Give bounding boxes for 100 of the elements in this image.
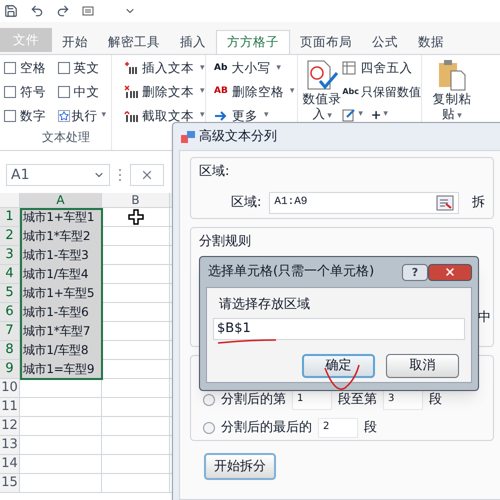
table-cell-text: 城市1+车型1 xyxy=(23,209,94,226)
case-tool-button[interactable]: 更多 ▾ xyxy=(214,106,297,126)
row-header[interactable]: 5 xyxy=(0,284,20,302)
row-header[interactable]: 13 xyxy=(0,436,20,454)
dropdown-arrow: ▾ xyxy=(457,111,462,121)
dropdown-arrow: ▾ xyxy=(200,85,205,98)
checkbox-label: 空格 xyxy=(20,59,46,77)
table-cell-text: 城市1/车型4 xyxy=(23,266,88,283)
group-legend: 区域: xyxy=(199,162,485,182)
row-header[interactable]: 12 xyxy=(0,417,20,435)
option-label: 分割后的最后的 xyxy=(221,419,312,438)
group-legend: 分割规则 xyxy=(199,232,485,252)
ribbon-tab[interactable]: 开始 xyxy=(52,30,98,54)
ribbon-tab[interactable]: 插入 xyxy=(170,30,216,54)
row-header[interactable]: 2 xyxy=(0,227,20,245)
ribbon-tab[interactable]: 公式 xyxy=(362,30,408,54)
checkbox-label: 中文 xyxy=(74,82,100,101)
plus-button[interactable]: + ▾ xyxy=(370,106,388,124)
close-icon xyxy=(140,168,154,182)
ribbon-tab[interactable]: 方方格子 xyxy=(216,30,290,54)
delete-text-icon xyxy=(124,85,138,100)
round-button[interactable]: 四舍五入 xyxy=(342,59,421,78)
table-cell-text: 城市1*车型7 xyxy=(23,323,90,340)
table-cell-text: 城市1-车型3 xyxy=(23,247,88,264)
checkbox[interactable] xyxy=(58,62,70,74)
ribbon-tab[interactable]: 页面布局 xyxy=(290,30,362,54)
toolbar-icon[interactable] xyxy=(82,5,96,17)
row-header[interactable]: 6 xyxy=(0,303,20,321)
star-icon xyxy=(58,110,70,122)
checkbox-label: 符号 xyxy=(20,82,46,101)
option-label: 分割后的第 xyxy=(221,391,286,410)
arrow-right-icon xyxy=(214,110,228,122)
number-field[interactable]: 3 xyxy=(383,390,423,410)
option-label: 段 xyxy=(429,391,442,410)
edit-button[interactable]: ▾ xyxy=(342,108,363,122)
table-icon xyxy=(342,61,356,76)
table-cell-text: 城市1=车型9 xyxy=(23,361,94,378)
dropdown-arrow: ▾ xyxy=(290,85,294,98)
checkbox[interactable] xyxy=(4,62,16,74)
dropdown-arrow: ▾ xyxy=(200,109,205,122)
row-header[interactable]: 11 xyxy=(0,398,20,416)
row-header[interactable]: 7 xyxy=(0,322,20,340)
name-box[interactable]: A1 xyxy=(6,164,110,186)
row-header[interactable]: 15 xyxy=(0,474,20,492)
cancel-button[interactable]: 取消 xyxy=(386,354,459,378)
row-header[interactable]: 9 xyxy=(0,360,20,378)
cut-text-icon xyxy=(124,108,138,123)
edit-icon xyxy=(342,108,356,122)
undo-icon[interactable] xyxy=(30,4,44,18)
ribbon-tab[interactable]: 数据 xyxy=(408,30,454,54)
checkbox[interactable] xyxy=(4,110,16,122)
close-button[interactable] xyxy=(428,264,472,280)
number-field[interactable]: 1 xyxy=(292,390,332,410)
text-tool-button[interactable]: 插入文本 ▾ xyxy=(124,59,205,78)
tool-icon-text: Ab xyxy=(214,62,228,75)
start-split-button[interactable]: 开始拆分 xyxy=(204,453,276,480)
row-header[interactable]: 3 xyxy=(0,246,20,264)
dropdown-arrow: ▾ xyxy=(358,108,363,122)
row-header[interactable]: 14 xyxy=(0,455,20,473)
area-field[interactable]: A1:A9 xyxy=(269,192,460,214)
cancel-formula-button[interactable] xyxy=(130,164,164,186)
radio-button[interactable] xyxy=(203,422,215,434)
ok-button[interactable]: 确定 xyxy=(302,354,375,378)
tool-icon-text: Abc xyxy=(342,86,359,98)
dialog-title: 高级文本分列 xyxy=(199,128,277,146)
dropdown-arrow: ▾ xyxy=(276,62,281,75)
dropdown-arrow: ▾ xyxy=(327,111,332,121)
dialog-title: 选择单元格(只需一个单元格) xyxy=(208,263,374,282)
row-header[interactable]: 4 xyxy=(0,265,20,283)
checkbox-label: 英文 xyxy=(74,59,100,77)
radio-button[interactable] xyxy=(203,394,215,406)
case-tool-button[interactable]: Ab 大小写 ▾ xyxy=(214,59,297,78)
dropdown-arrow: ▾ xyxy=(264,109,269,122)
row-header[interactable]: 10 xyxy=(0,379,20,397)
case-tool-button[interactable]: AB 删除空格 ▾ xyxy=(214,82,297,102)
redo-icon[interactable] xyxy=(56,4,70,18)
table-cell-text: 城市1*车型2 xyxy=(23,228,90,245)
row-header[interactable]: 1 xyxy=(0,208,20,226)
text-tool-button[interactable]: 截取文本 ▾ xyxy=(124,106,205,126)
tool-icon-text: AB xyxy=(214,85,228,98)
checkbox[interactable] xyxy=(58,86,70,98)
range-picker-icon[interactable] xyxy=(436,194,454,210)
checkbox[interactable] xyxy=(4,86,16,98)
dropdown-arrow: ▾ xyxy=(383,108,388,122)
field-label: 区域: xyxy=(231,194,262,212)
save-icon[interactable] xyxy=(4,4,18,18)
dropdown-arrow: ▾ xyxy=(200,62,205,75)
cell-field[interactable]: $B$1 xyxy=(213,318,465,340)
clipboard-icon xyxy=(437,59,467,91)
ribbon-tab[interactable]: 解密工具 xyxy=(98,30,170,54)
row-header[interactable]: 8 xyxy=(0,341,20,359)
column-header[interactable]: B xyxy=(102,193,170,207)
checkbox-label: 数字 xyxy=(20,106,46,124)
text-tool-button[interactable]: 删除文本 ▾ xyxy=(124,82,205,102)
execute-button[interactable]: 执行 ▾ xyxy=(58,106,111,126)
more-icon xyxy=(118,168,122,182)
column-header[interactable]: A xyxy=(20,193,102,207)
underline-mark xyxy=(216,336,278,344)
help-button[interactable]: ? xyxy=(402,264,428,280)
number-field[interactable]: 2 xyxy=(318,418,358,438)
